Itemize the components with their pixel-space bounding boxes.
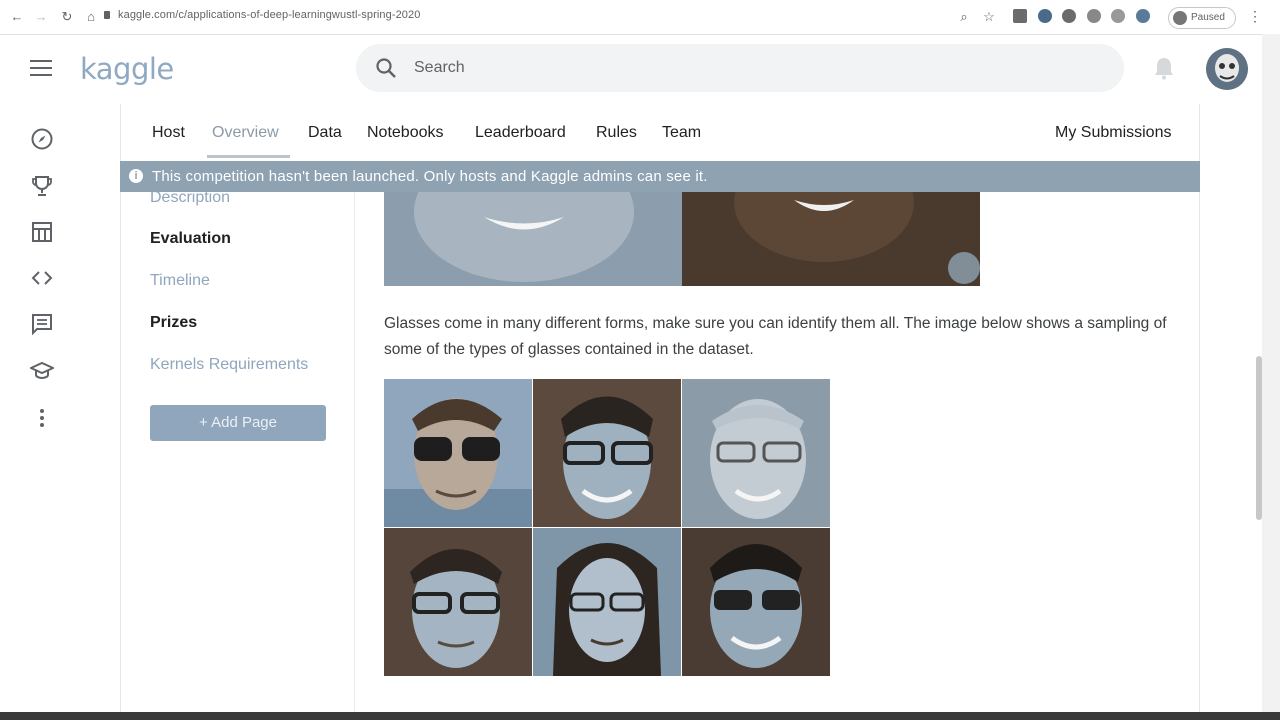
extension-icon[interactable] [1062, 9, 1076, 23]
sidenav-divider [354, 192, 355, 720]
comment-icon[interactable] [30, 312, 54, 336]
overview-paragraph: Glasses come in many different forms, ma… [384, 315, 1167, 358]
tab-team[interactable]: Team [662, 124, 701, 142]
info-icon: i [129, 169, 143, 183]
browser-menu-icon[interactable]: ⋮ [1248, 8, 1262, 25]
reload-icon[interactable]: ↻ [58, 8, 76, 26]
page-scrollbar[interactable] [1256, 356, 1262, 520]
notification-bell-icon[interactable] [1153, 56, 1175, 80]
compass-icon[interactable] [30, 127, 54, 151]
address-bar[interactable]: kaggle.com/c/applications-of-deep-learni… [118, 9, 420, 21]
tab-notebooks[interactable]: Notebooks [367, 124, 444, 142]
face-photo [682, 528, 830, 676]
tab-overview[interactable]: Overview [212, 124, 279, 142]
hamburger-menu-icon[interactable] [30, 60, 52, 76]
my-submissions-link[interactable]: My Submissions [1055, 124, 1171, 142]
banner-text: This competition hasn't been launched. O… [152, 168, 708, 185]
user-avatar[interactable] [1206, 48, 1248, 90]
sidenav-evaluation[interactable]: Evaluation [150, 230, 231, 248]
extension-icon[interactable] [1136, 9, 1150, 23]
tab-rules[interactable]: Rules [596, 124, 637, 142]
face-photo [384, 528, 532, 676]
home-icon[interactable]: ⌂ [82, 8, 100, 26]
faces-image-top [384, 192, 980, 286]
sidenav-timeline[interactable]: Timeline [150, 272, 210, 290]
profile-avatar [1173, 11, 1187, 25]
code-icon[interactable] [30, 266, 54, 290]
extension-icon[interactable] [1111, 9, 1125, 23]
sidenav-kernels-requirements[interactable]: Kernels Requirements [150, 356, 308, 374]
content-border [120, 104, 121, 720]
school-icon[interactable] [30, 359, 54, 383]
search-placeholder: Search [414, 59, 465, 76]
more-vert-icon[interactable] [30, 406, 54, 430]
active-tab-indicator [207, 155, 290, 158]
table-icon[interactable] [30, 220, 54, 244]
profile-status: Paused [1191, 12, 1225, 23]
content-border [1199, 104, 1200, 720]
forward-arrow-icon[interactable]: → [32, 8, 50, 26]
sidenav-prizes[interactable]: Prizes [150, 314, 197, 332]
search-icon [376, 58, 396, 78]
face-photo [533, 379, 681, 527]
window-edge [1262, 34, 1280, 720]
bookmark-star-icon[interactable]: ☆ [980, 8, 998, 26]
tab-leaderboard[interactable]: Leaderboard [475, 124, 566, 142]
profile-button[interactable]: Paused [1168, 7, 1236, 29]
face-photo [533, 528, 681, 676]
unlaunched-banner: i This competition hasn't been launched.… [120, 161, 1200, 192]
face-photo [682, 379, 830, 527]
add-page-button[interactable]: + Add Page [150, 405, 326, 441]
zoom-icon[interactable]: ⌕ [955, 8, 973, 26]
kaggle-logo[interactable]: kaggle [80, 52, 174, 86]
trophy-icon[interactable] [30, 174, 54, 198]
taskbar-edge [0, 712, 1280, 720]
lock-icon [104, 11, 110, 19]
extension-icon[interactable] [1087, 9, 1101, 23]
extension-icon[interactable] [1013, 9, 1027, 23]
glasses-sample-image [384, 379, 831, 676]
extension-icon[interactable] [1038, 9, 1052, 23]
back-arrow-icon[interactable]: ← [8, 8, 26, 26]
search-input[interactable]: Search [356, 44, 1124, 92]
browser-toolbar: ← → ↻ ⌂ kaggle.com/c/applications-of-dee… [0, 0, 1280, 35]
face-photo [384, 379, 532, 527]
tab-host[interactable]: Host [152, 124, 185, 142]
tab-data[interactable]: Data [308, 124, 342, 142]
